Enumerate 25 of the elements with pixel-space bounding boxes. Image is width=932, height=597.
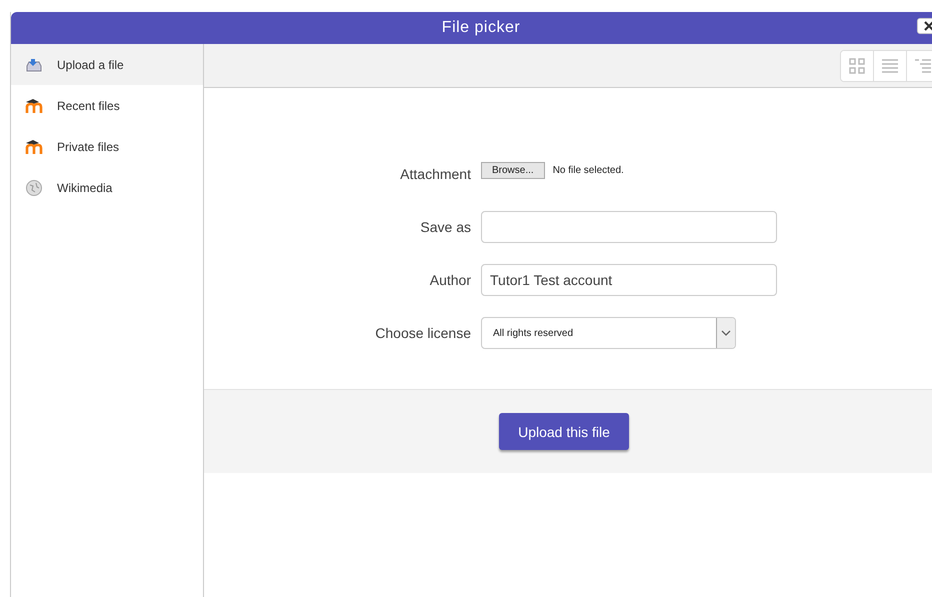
browse-button[interactable]: Browse... — [481, 162, 545, 178]
window-title: File picker — [442, 19, 520, 37]
sidebar-item[interactable]: Wikimedia — [11, 167, 203, 208]
mortarboard-m-icon — [25, 98, 43, 114]
sidebar-item[interactable]: Upload a file — [11, 44, 203, 85]
field-label: Choose license — [374, 325, 472, 341]
grid-icon — [848, 56, 866, 74]
license-dropdown[interactable]: All rights reserved — [481, 317, 736, 349]
globe-icon — [25, 178, 43, 196]
upload-button[interactable]: Upload this file — [499, 413, 629, 450]
input-field[interactable] — [481, 211, 777, 243]
sidebar-item[interactable]: Private files — [11, 126, 203, 167]
close-icon — [924, 21, 932, 31]
tray-icon — [25, 56, 43, 72]
input-field[interactable]: Tutor1 Test account — [481, 264, 777, 296]
field-label: Save as — [419, 219, 472, 235]
file-status: No file selected. — [552, 164, 624, 176]
field-label: Author — [428, 272, 472, 288]
caret-icon — [721, 330, 731, 336]
sidebar-item[interactable]: Recent files — [11, 85, 203, 126]
mortarboard-m-icon — [25, 138, 43, 154]
tree-list-icon — [914, 58, 932, 74]
list-icon — [881, 58, 899, 74]
field-label: Attachment — [399, 166, 472, 182]
view-button[interactable] — [841, 50, 874, 80]
